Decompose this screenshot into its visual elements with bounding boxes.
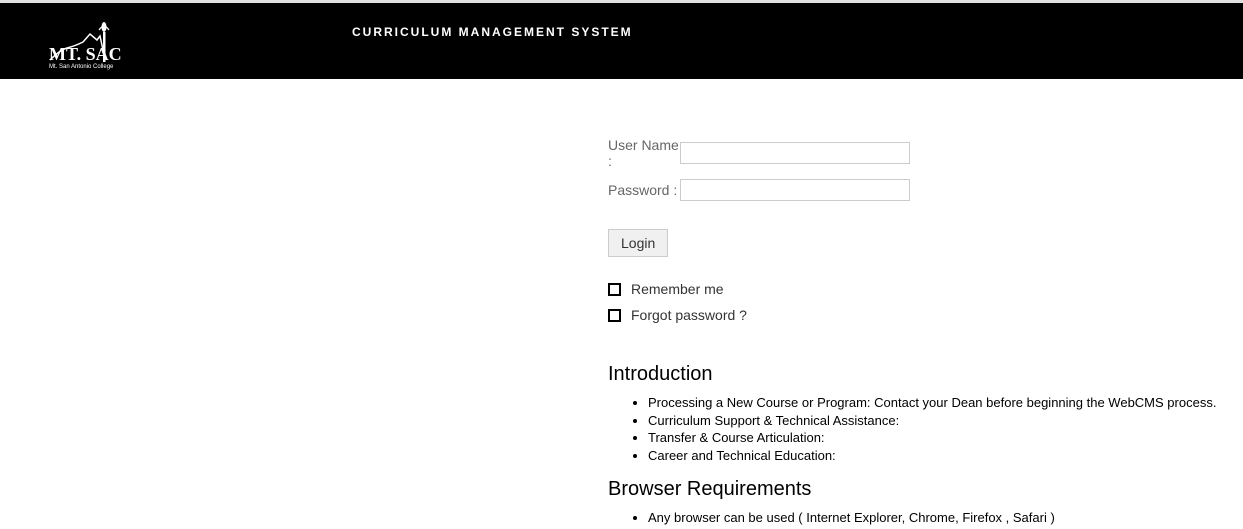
list-item: Any browser can be used ( Internet Explo… [648,509,1243,527]
remember-me-label[interactable]: Remember me [631,281,724,297]
browser-requirements-title: Browser Requirements [608,478,1243,501]
forgot-password-checkbox[interactable] [608,309,621,322]
username-input[interactable] [680,142,910,164]
main-content: User Name : Password : Login Remember me… [0,79,1243,527]
svg-text:MT. SAC: MT. SAC [49,44,122,64]
username-label: User Name : [608,137,680,169]
forgot-password-label[interactable]: Forgot password ? [631,307,747,323]
list-item: Processing a New Course or Program: Cont… [648,394,1243,412]
introduction-list: Processing a New Course or Program: Cont… [648,394,1243,464]
list-item: Curriculum Support & Technical Assistanc… [648,412,1243,430]
list-item: Career and Technical Education: [648,447,1243,465]
page-title: CURRICULUM MANAGEMENT SYSTEM [352,25,633,39]
browser-requirements-list: Any browser can be used ( Internet Explo… [648,509,1243,527]
introduction-title: Introduction [608,363,1243,386]
logo-icon: MT. SAC Mt. San Antonio College [45,12,127,70]
password-label: Password : [608,182,680,198]
svg-text:Mt. San Antonio College: Mt. San Antonio College [49,64,114,70]
logo: MT. SAC Mt. San Antonio College [45,12,127,70]
remember-me-checkbox[interactable] [608,283,621,296]
login-button[interactable]: Login [608,229,668,257]
password-input[interactable] [680,179,910,201]
header: MT. SAC Mt. San Antonio College CURRICUL… [0,3,1243,79]
list-item: Transfer & Course Articulation: [648,429,1243,447]
